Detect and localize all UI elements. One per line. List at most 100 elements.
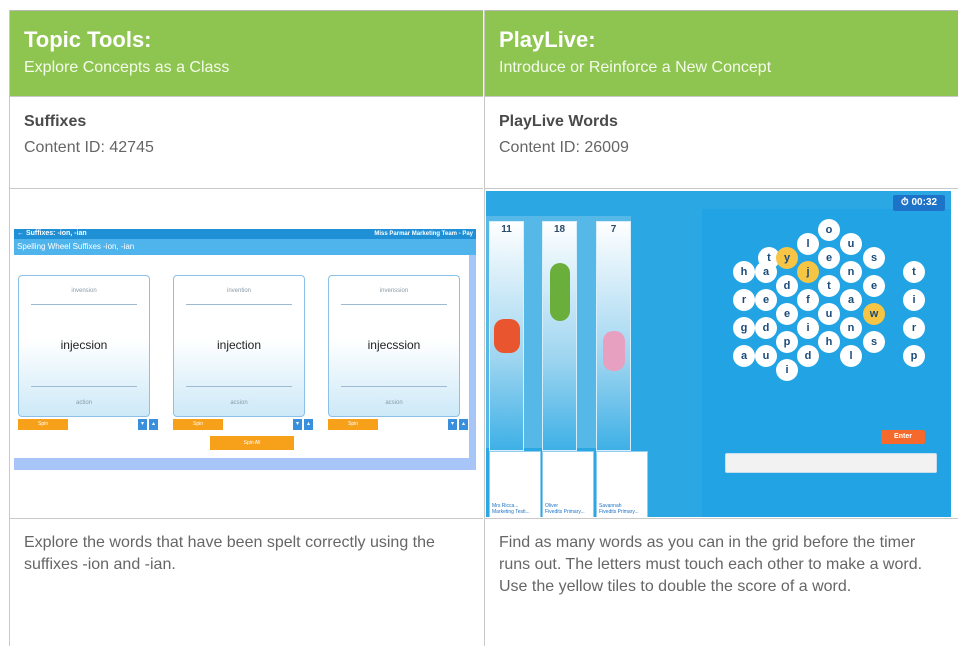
- column-playlive: PlayLive: Introduce or Reinforce a New C…: [484, 10, 958, 646]
- header-title: PlayLive:: [499, 27, 596, 52]
- word-card: invenssion injecssion acsion: [328, 275, 460, 417]
- letter-tile[interactable]: a: [840, 289, 862, 311]
- letter-tile[interactable]: j: [797, 261, 819, 283]
- card-bottom-word: acsion: [385, 400, 403, 406]
- letter-tile[interactable]: e: [818, 247, 840, 269]
- letter-tile[interactable]: t: [818, 275, 840, 297]
- letter-tile[interactable]: u: [755, 345, 777, 367]
- resource-info: Suffixes Content ID: 42745: [10, 96, 483, 188]
- letter-tile[interactable]: e: [863, 275, 885, 297]
- letter-tile[interactable]: s: [863, 331, 885, 353]
- suffixes-screenshot: ← Suffixes: -ion, -ian Miss Parmar Marke…: [14, 229, 476, 470]
- letter-tile[interactable]: r: [733, 289, 755, 311]
- content-id: Content ID: 26009: [499, 139, 629, 156]
- word-card: invention injection acsion: [173, 275, 305, 417]
- letter-tile[interactable]: h: [818, 331, 840, 353]
- enter-button[interactable]: Enter: [881, 430, 925, 444]
- screenshot-cell: ← Suffixes: -ion, -ian Miss Parmar Marke…: [10, 188, 483, 518]
- card-top-word: invention: [226, 288, 252, 294]
- frog-character-icon: [550, 263, 570, 321]
- letter-tile[interactable]: n: [840, 261, 862, 283]
- player-card: Mrs Ricca... Marketing Testi...: [489, 451, 541, 517]
- letter-tile[interactable]: d: [776, 275, 798, 297]
- player-card: Oliver Fivedits Primary...: [542, 451, 594, 517]
- arrow-up-button[interactable]: ▴: [304, 419, 313, 430]
- letter-tile[interactable]: r: [903, 317, 925, 339]
- divider: [31, 304, 137, 305]
- spin-all-button[interactable]: Spin All: [210, 436, 294, 450]
- letter-tile[interactable]: a: [755, 261, 777, 283]
- player-name: Oliver Fivedits Primary...: [545, 503, 585, 515]
- letter-tile[interactable]: i: [797, 317, 819, 339]
- header-subtitle: Introduce or Reinforce a New Concept: [499, 59, 772, 76]
- card-word: injecssion: [367, 338, 421, 352]
- bottom-strip: [14, 458, 476, 470]
- letter-tile[interactable]: i: [903, 289, 925, 311]
- description: Explore the words that have been spelt c…: [10, 518, 483, 646]
- word-card: invension injecsion action: [18, 275, 150, 417]
- frog-character-icon: [603, 331, 625, 371]
- spin-button[interactable]: Spin: [173, 419, 223, 430]
- letter-tile[interactable]: n: [840, 317, 862, 339]
- divider: [186, 386, 292, 387]
- resource-name: Suffixes: [24, 113, 87, 130]
- card-bottom-word: acsion: [230, 400, 248, 406]
- letter-tile[interactable]: y: [776, 247, 798, 269]
- letter-tile[interactable]: u: [818, 303, 840, 325]
- user-name: Miss Parmar: [374, 231, 411, 237]
- word-input[interactable]: [725, 453, 937, 473]
- spin-button[interactable]: Spin: [18, 419, 68, 430]
- letter-tile[interactable]: o: [818, 219, 840, 241]
- letter-tile[interactable]: e: [755, 289, 777, 311]
- letter-tile[interactable]: l: [840, 345, 862, 367]
- arrow-down-button[interactable]: ▾: [448, 419, 457, 430]
- card-top-word: invenssion: [379, 288, 409, 294]
- header-title: Topic Tools:: [24, 27, 152, 52]
- divider: [31, 386, 137, 387]
- card-top-word: invension: [71, 288, 97, 294]
- letter-tile[interactable]: a: [733, 345, 755, 367]
- player-card: Savannah Fivedits Primary...: [596, 451, 648, 517]
- card-word: injection: [216, 338, 262, 352]
- divider: [186, 304, 292, 305]
- divider: [341, 304, 447, 305]
- letter-tile[interactable]: d: [755, 317, 777, 339]
- letter-tile[interactable]: f: [797, 289, 819, 311]
- lane-score: 11: [501, 224, 512, 235]
- arrow-up-button[interactable]: ▴: [459, 419, 468, 430]
- user-school: Marketing Team - Pay: [411, 231, 473, 237]
- header-playlive: PlayLive: Introduce or Reinforce a New C…: [485, 10, 958, 96]
- letter-tile[interactable]: h: [733, 261, 755, 283]
- playlive-screenshot: 11 18 7 ⏱ 00:32 olutyeshajntdterefaieuwg…: [486, 191, 951, 517]
- scroll-strip: [469, 255, 476, 458]
- lane-score: 7: [610, 224, 617, 235]
- user-info: Miss Parmar Marketing Team - Pay: [374, 229, 473, 239]
- resource-name: PlayLive Words: [499, 113, 618, 130]
- letter-tile[interactable]: i: [776, 359, 798, 381]
- player-name: Mrs Ricca... Marketing Testi...: [492, 503, 530, 515]
- card-bottom-word: action: [75, 400, 92, 406]
- divider: [341, 386, 447, 387]
- letter-tile[interactable]: u: [840, 233, 862, 255]
- letter-tile[interactable]: l: [797, 233, 819, 255]
- letter-tile[interactable]: w: [863, 303, 885, 325]
- letter-tile[interactable]: t: [903, 261, 925, 283]
- arrow-up-button[interactable]: ▴: [149, 419, 158, 430]
- app-bar: ← Suffixes: -ion, -ian Miss Parmar Marke…: [14, 229, 476, 239]
- player-name: Savannah Fivedits Primary...: [599, 503, 639, 515]
- letter-tile[interactable]: d: [797, 345, 819, 367]
- letter-tile[interactable]: g: [733, 317, 755, 339]
- letter-tile[interactable]: p: [903, 345, 925, 367]
- arrow-down-button[interactable]: ▾: [293, 419, 302, 430]
- letter-tile[interactable]: p: [776, 331, 798, 353]
- app-bar-title: ← Suffixes: -ion, -ian: [17, 230, 87, 237]
- spin-button[interactable]: Spin: [328, 419, 378, 430]
- arrow-down-button[interactable]: ▾: [138, 419, 147, 430]
- content-id: Content ID: 42745: [24, 139, 154, 156]
- activity-panel: invension injecsion action invention inj…: [14, 255, 469, 458]
- letter-tile[interactable]: s: [863, 247, 885, 269]
- letter-tile[interactable]: e: [776, 303, 798, 325]
- header-topic-tools: Topic Tools: Explore Concepts as a Class: [10, 10, 483, 96]
- column-topic-tools: Topic Tools: Explore Concepts as a Class…: [10, 10, 483, 646]
- header-subtitle: Explore Concepts as a Class: [24, 59, 230, 76]
